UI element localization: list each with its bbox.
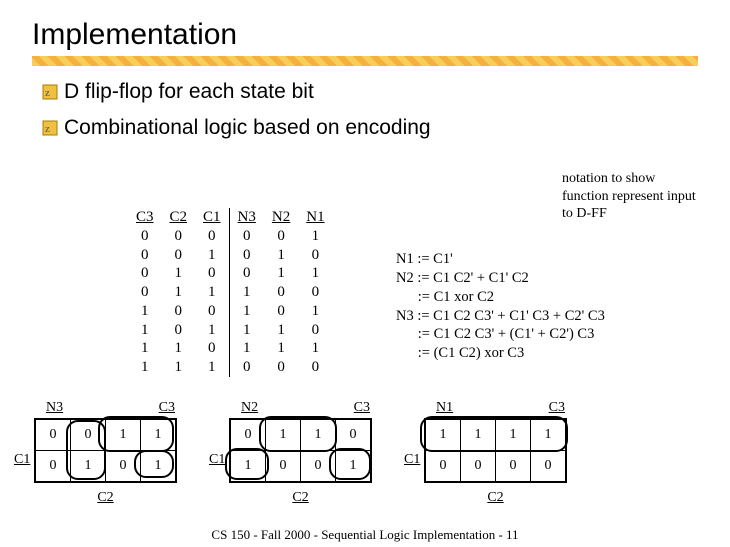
notation-note: notation to show function represent inpu… [562,170,702,223]
kmap-cell: 0 [230,419,266,451]
bullet-text: Combinational logic based on encoding [64,116,431,140]
kmap-cell: 1 [496,419,531,451]
kmap-cell: 1 [106,419,141,451]
bullet-icon: z [42,84,58,100]
svg-text:z: z [45,87,50,99]
equations: N1 := C1' N2 := C1 C2' + C1' C2 := C1 xo… [396,250,605,363]
kmap-cell: 0 [301,451,336,483]
kmap-left-label: C1 [404,452,420,468]
table-row: 111000 [128,358,333,377]
kmap-bottom-label: C2 [97,490,113,506]
table-header: N2 [264,208,298,227]
kmap-cell: 0 [35,451,71,483]
bullet-text: D flip-flop for each state bit [64,80,314,104]
kmap-cell: 1 [336,451,372,483]
table-row: 001010 [128,246,333,265]
kmap-cell: 0 [336,419,372,451]
kmap-bottom-label: C2 [292,490,308,506]
kmap-cell: 0 [106,451,141,483]
table-row: 000001 [128,227,333,246]
kmap-cell: 0 [461,451,496,483]
bullet-item: z Combinational logic based on encoding [42,116,730,140]
kmap: N2C3C1C201101001 [229,408,372,488]
kmap-cell: 1 [301,419,336,451]
kmap-cell: 0 [71,419,106,451]
title-underline [32,56,698,66]
bullet-list: z D flip-flop for each state bit z Combi… [42,80,730,140]
table-row: 110111 [128,339,333,358]
table-header: C3 [128,208,162,227]
table-header: N1 [298,208,332,227]
kmap-left-label: C1 [209,452,225,468]
kmap-left-label: C1 [14,452,30,468]
slide-title: Implementation [32,18,730,52]
table-header: C2 [162,208,196,227]
table-row: 010011 [128,264,333,283]
kmap-cell: 1 [230,451,266,483]
kmap-area: N3C3C1C200110101 N2C3C1C201101001 N1C3C1C2… [34,408,714,488]
kmap-cell: 1 [141,419,177,451]
bullet-item: z D flip-flop for each state bit [42,80,730,104]
kmap-cell: 1 [531,419,567,451]
table-header: C1 [195,208,229,227]
slide-footer: CS 150 - Fall 2000 - Sequential Logic Im… [0,527,730,543]
table-header: N3 [229,208,264,227]
kmap-cell: 0 [266,451,301,483]
kmap-cell: 0 [531,451,567,483]
kmap-cell: 0 [425,451,461,483]
kmap-cell: 0 [35,419,71,451]
truth-table: C3C2C1N3N2N1 000001001010010011011100100… [128,208,333,377]
kmap-cell: 1 [425,419,461,451]
kmap-cell: 1 [266,419,301,451]
kmap-cell: 1 [461,419,496,451]
kmap-bottom-label: C2 [487,490,503,506]
table-row: 101110 [128,321,333,340]
kmap-cell: 1 [71,451,106,483]
table-row: 100101 [128,302,333,321]
kmap: N3C3C1C200110101 [34,408,177,488]
bullet-icon: z [42,120,58,136]
kmap: N1C3C1C211110000 [424,408,567,488]
kmap-cell: 1 [141,451,177,483]
kmap-cell: 0 [496,451,531,483]
table-row: 011100 [128,283,333,302]
svg-text:z: z [45,123,50,135]
